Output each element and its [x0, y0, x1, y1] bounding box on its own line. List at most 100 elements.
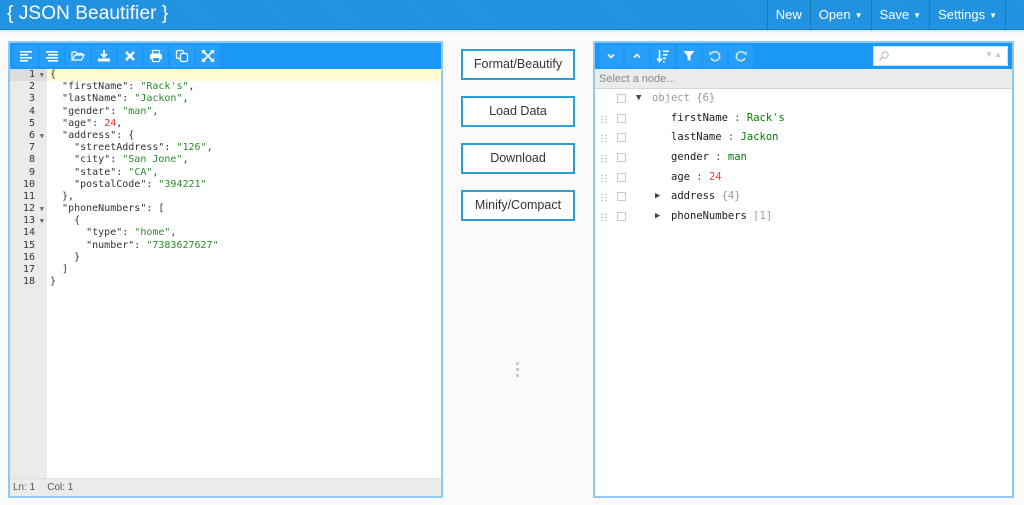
- filter-button[interactable]: [677, 45, 701, 67]
- format-icon: [20, 51, 32, 62]
- collapse-all-button[interactable]: [625, 45, 649, 67]
- tree-search-input[interactable]: [892, 48, 977, 64]
- line-number: 1 ▼: [10, 69, 47, 82]
- node-value[interactable]: Rack's: [747, 112, 785, 124]
- json-punctuation: ,: [152, 166, 159, 178]
- node-value[interactable]: 24: [709, 171, 722, 183]
- load-data-button[interactable]: Load Data: [461, 96, 575, 127]
- node-field[interactable]: gender: [671, 151, 709, 163]
- json-string: "home": [134, 227, 171, 239]
- download-icon: [98, 50, 110, 62]
- open-file-button[interactable]: [66, 45, 90, 67]
- undo-button[interactable]: [703, 45, 727, 67]
- clear-icon: [125, 51, 135, 61]
- nav-open[interactable]: Open ▼: [809, 0, 871, 30]
- node-label: address {4}: [671, 187, 741, 207]
- print-button[interactable]: [144, 45, 168, 67]
- drag-handle-icon[interactable]: [600, 173, 608, 183]
- code-line: {: [47, 69, 441, 82]
- drag-handle-icon[interactable]: [600, 154, 608, 164]
- drag-handle-icon[interactable]: [600, 114, 608, 124]
- tree-node-lastname[interactable]: lastName : Jackon: [595, 128, 1012, 148]
- expand-all-button[interactable]: [599, 45, 623, 67]
- line-number: 5: [28, 117, 35, 129]
- node-select-checkbox[interactable]: [617, 192, 626, 202]
- node-select-checkbox[interactable]: [617, 133, 626, 143]
- node-label: object {6}: [652, 89, 715, 109]
- sort-button[interactable]: [651, 45, 675, 67]
- tree-node-phonenumbers[interactable]: ▶ phoneNumbers [1]: [595, 207, 1012, 227]
- code-area[interactable]: { "firstName": "Rack's", "lastName": "Ja…: [47, 69, 441, 478]
- node-select-checkbox[interactable]: [617, 153, 626, 163]
- node-field[interactable]: object: [652, 92, 690, 104]
- node-select-checkbox[interactable]: [617, 172, 626, 182]
- code-line: "postalCode": "394221": [47, 179, 441, 191]
- json-punctuation: ,: [206, 142, 213, 154]
- search-next-prev-icon[interactable]: ▼▲: [985, 50, 1003, 59]
- fold-toggle-icon[interactable]: ▼: [40, 215, 44, 227]
- drag-handle-icon[interactable]: [600, 193, 608, 203]
- print-icon: [150, 49, 162, 63]
- json-key: "phoneNumbers": [62, 203, 147, 215]
- json-punctuation: ,: [188, 81, 195, 93]
- node-field[interactable]: address: [671, 190, 715, 202]
- nav-save[interactable]: Save ▼: [870, 0, 930, 30]
- minify-compact-button[interactable]: Minify/Compact: [461, 190, 575, 221]
- code-line: {: [47, 215, 441, 227]
- json-punctuation: :: [116, 166, 129, 178]
- json-punctuation: [50, 240, 86, 251]
- format-button[interactable]: [14, 45, 38, 67]
- line-number: 7: [28, 142, 35, 154]
- expand-node-icon[interactable]: ▶: [655, 207, 660, 227]
- node-field[interactable]: phoneNumbers: [671, 210, 747, 222]
- node-field[interactable]: age: [671, 171, 690, 183]
- node-child-count: [1]: [746, 210, 773, 223]
- node-value[interactable]: man: [728, 151, 747, 163]
- line-number: 13 ▼: [22, 215, 44, 227]
- json-key: "city": [74, 154, 111, 166]
- node-select-checkbox[interactable]: [617, 113, 626, 123]
- json-key: "firstName": [62, 81, 129, 93]
- app-header: { JSON Beautifier } New Open ▼ Save ▼ Sett…: [0, 0, 1024, 30]
- code-line: }: [47, 252, 441, 264]
- nav-settings-label: Settings: [938, 7, 986, 22]
- expand-node-icon[interactable]: ▶: [655, 187, 660, 207]
- line-number: 3: [28, 93, 35, 105]
- compact-icon: [46, 51, 58, 62]
- node-field[interactable]: firstName: [671, 112, 728, 124]
- json-punctuation: [50, 167, 74, 178]
- redo-button[interactable]: [729, 45, 753, 67]
- tree-node-gender[interactable]: gender : man: [595, 148, 1012, 168]
- drag-handle-icon[interactable]: [600, 213, 608, 223]
- collapse-node-icon[interactable]: ▼: [636, 89, 641, 109]
- code-line: "phoneNumbers": [: [47, 203, 441, 215]
- node-value[interactable]: Jackon: [741, 131, 779, 143]
- tree-node-firstname[interactable]: firstName : Rack's: [595, 109, 1012, 129]
- clear-button[interactable]: [118, 45, 142, 67]
- format-beautify-button[interactable]: Format/Beautify: [461, 49, 575, 80]
- drag-handle-icon[interactable]: [600, 134, 608, 144]
- download-button[interactable]: [92, 45, 116, 67]
- node-field[interactable]: lastName: [671, 131, 722, 143]
- compact-button[interactable]: [40, 45, 64, 67]
- copy-button[interactable]: [170, 45, 194, 67]
- code-line: "number": "7383627627": [47, 240, 441, 252]
- tree-node-age[interactable]: age : 24: [595, 168, 1012, 188]
- panel-splitter-handle[interactable]: [516, 362, 520, 380]
- node-select-checkbox[interactable]: [617, 212, 626, 222]
- json-punctuation: [50, 179, 74, 190]
- fullscreen-button[interactable]: [196, 45, 220, 67]
- nav-new[interactable]: New: [766, 0, 810, 30]
- nav-settings[interactable]: Settings ▼: [929, 0, 1006, 30]
- tree-node-address[interactable]: ▶ address {4}: [595, 187, 1012, 207]
- fold-toggle-icon[interactable]: ▼: [40, 69, 44, 81]
- line-number: 14: [22, 227, 35, 239]
- download-button-main[interactable]: Download: [461, 143, 575, 174]
- json-string: "man": [122, 105, 153, 117]
- node-select-checkbox[interactable]: [617, 94, 626, 103]
- json-punctuation: }: [50, 251, 81, 263]
- tree-node-object[interactable]: ▼ object {6}: [595, 89, 1012, 109]
- fold-toggle-icon[interactable]: ▼: [40, 130, 44, 142]
- fold-toggle-icon[interactable]: ▼: [40, 203, 44, 215]
- node-label: firstName : Rack's: [671, 109, 785, 129]
